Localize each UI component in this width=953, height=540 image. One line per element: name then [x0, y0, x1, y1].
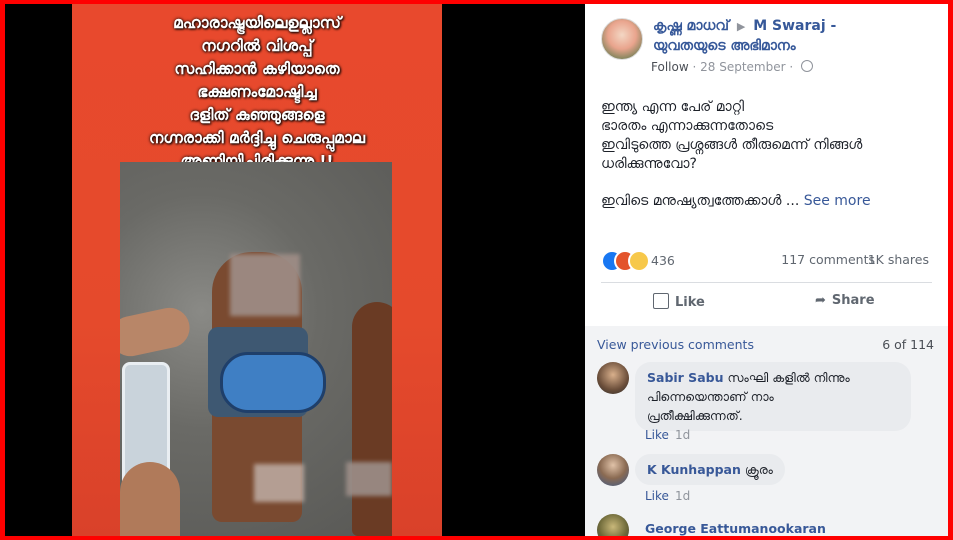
poster-line: മഹാരാഷ്ട്രയിലെഉല്ലാസ്	[173, 14, 341, 32]
blurred-region	[346, 462, 392, 496]
poster-caption: മഹാരാഷ്ട്രയിലെഉല്ലാസ് നഗറിൽ വിശപ്പ് സഹിക…	[72, 12, 442, 173]
comment-text: പ്രതീക്ഷിക്കുന്നത്.	[647, 408, 743, 423]
share-button[interactable]: ➦ Share	[815, 293, 875, 308]
group-name[interactable]: M Swaraj -	[753, 18, 836, 34]
post-paragraph: ഇന്ത്യ എന്ന പേര് മാറ്റി ഭാരതം എന്നാക്കുന…	[601, 98, 936, 174]
comment-bubble: Sabir Sabu സംഘി കളിൽ നിന്നും പിന്നെയെന്ത…	[635, 362, 911, 431]
view-previous-comments-link[interactable]: View previous comments	[597, 337, 754, 352]
poster-line: നഗ്നരാക്കി മർദ്ദിച്ചു ചെരുപ്പുമാല	[149, 129, 365, 147]
globe-icon	[801, 60, 814, 72]
author-avatar[interactable]	[601, 18, 643, 60]
poster-photo	[120, 162, 392, 536]
poster-line: ദളിത് കുഞ്ഞുങ്ങളെ	[189, 106, 325, 124]
commenter-avatar[interactable]	[597, 514, 629, 536]
post-text-line: ഇവിടെ മനുഷ്യത്വത്തേക്കാൾ ...	[601, 193, 800, 209]
share-arrow-icon: ➦	[815, 293, 826, 308]
post-meta: Follow · 28 September ·	[651, 60, 814, 74]
comments-count[interactable]: 117 comments	[781, 252, 875, 267]
post-text-line: ഇന്ത്യ എന്ന പേര് മാറ്റി	[601, 99, 744, 115]
commenter-name[interactable]: George Eattumanookaran	[645, 521, 826, 536]
thumbs-up-icon	[653, 293, 669, 309]
blurred-face	[230, 254, 300, 316]
photo-child	[352, 302, 392, 536]
photo-slipper	[220, 352, 326, 413]
share-button-label: Share	[831, 293, 875, 308]
comments-section: View previous comments 6 of 114 Sabir Sa…	[585, 326, 948, 536]
shares-count[interactable]: 1K shares	[868, 252, 929, 267]
screenshot-frame: മഹാരാഷ്ട്രയിലെഉല്ലാസ് നഗറിൽ വിശപ്പ് സഹിക…	[5, 4, 948, 536]
reactions-bar: 436 117 comments 1K shares	[601, 250, 931, 272]
post-text-line: ധരിക്കുന്നുവോ?	[601, 156, 697, 172]
meta-separator: ·	[789, 60, 794, 74]
reaction-count[interactable]: 436	[651, 253, 675, 268]
comment-actions: Like 1d	[645, 489, 690, 503]
like-button-label: Like	[675, 295, 705, 310]
comment-text: പിന്നെയെന്താണ് നാം	[647, 389, 774, 404]
author-line: കൃഷ്ണ മാധവ് ▶ M Swaraj -	[653, 18, 836, 34]
comment-like-link[interactable]: Like	[645, 489, 669, 503]
comment-time[interactable]: 1d	[675, 489, 690, 503]
action-bar: Like ➦ Share	[601, 288, 932, 318]
post-image[interactable]: മഹാരാഷ്ട്രയിലെഉല്ലാസ് നഗറിൽ വിശപ്പ് സഹിക…	[72, 4, 442, 536]
see-more-link[interactable]: See more	[804, 193, 871, 209]
author-name[interactable]: കൃഷ്ണ മാധവ്	[653, 18, 729, 34]
follow-link[interactable]: Follow	[651, 60, 689, 74]
media-viewer: മഹാരാഷ്ട്രയിലെഉല്ലാസ് നഗറിൽ വിശപ്പ് സഹിക…	[5, 4, 585, 536]
photo-hand	[120, 462, 180, 536]
post-text: ഇന്ത്യ എന്ന പേര് മാറ്റി ഭാരതം എന്നാക്കുന…	[601, 98, 936, 229]
group-name-line2[interactable]: യുവതയുടെ അഭിമാനം	[653, 38, 796, 54]
sad-reaction-icon[interactable]	[628, 250, 650, 272]
like-button[interactable]: Like	[653, 293, 705, 310]
post-paragraph: ഇവിടെ മനുഷ്യത്വത്തേക്കാൾ ... See more	[601, 192, 936, 211]
comment-like-link[interactable]: Like	[645, 428, 669, 442]
comment-bubble: George Eattumanookaran	[635, 516, 836, 536]
poster-line: നഗറിൽ വിശപ്പ്	[201, 37, 313, 55]
poster-line: സഹിക്കാൻ കഴിയാതെ	[174, 60, 340, 78]
arrow-right-icon: ▶	[736, 20, 746, 33]
divider	[601, 282, 932, 283]
meta-separator: ·	[692, 60, 697, 74]
blurred-region	[254, 464, 304, 502]
post-text-line: ഇവിടുത്തെ പ്രശ്നങ്ങൾ തീരുമെന്ന് നിങ്ങൾ	[601, 137, 863, 153]
post-text-line: ഭാരതം എന്നാക്കുന്നതോടെ	[601, 118, 774, 134]
commenter-name[interactable]: K Kunhappan	[647, 462, 741, 477]
post-date[interactable]: 28 September	[700, 60, 785, 74]
comment-count-indicator: 6 of 114	[882, 337, 934, 352]
comment-text: ക്രൂരം	[740, 462, 773, 477]
commenter-avatar[interactable]	[597, 454, 629, 486]
comment-actions: Like 1d	[645, 428, 690, 442]
comment-time[interactable]: 1d	[675, 428, 690, 442]
post-header: കൃഷ്ണ മാധവ് ▶ M Swaraj - യുവതയുടെ അഭിമാന…	[585, 4, 948, 84]
comment-text: സംഘി കളിൽ നിന്നും	[723, 370, 850, 385]
comment-bubble: K Kunhappan ക്രൂരം	[635, 454, 785, 485]
commenter-avatar[interactable]	[597, 362, 629, 394]
commenter-name[interactable]: Sabir Sabu	[647, 370, 723, 385]
poster-line: ഭക്ഷണംമോഷ്ടിച്ച	[197, 83, 317, 101]
post-panel: കൃഷ്ണ മാധവ് ▶ M Swaraj - യുവതയുടെ അഭിമാന…	[585, 4, 948, 536]
